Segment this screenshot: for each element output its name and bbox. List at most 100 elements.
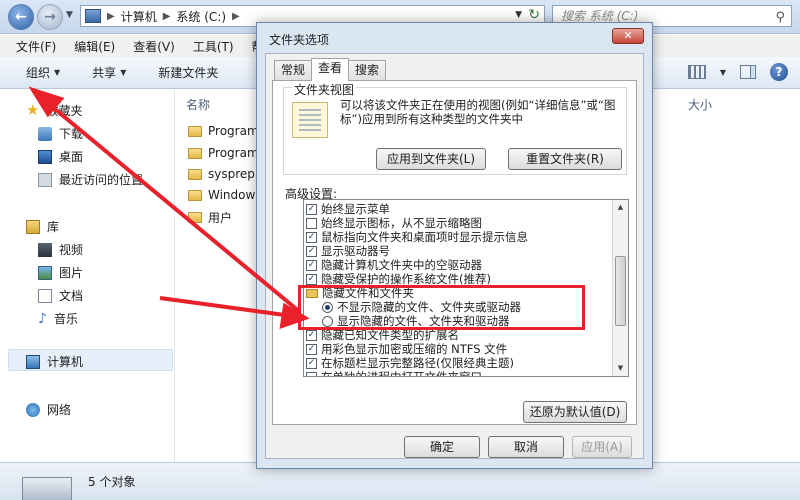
checkbox[interactable] — [306, 217, 317, 229]
nav-label: 库 — [47, 220, 60, 234]
nav-documents[interactable]: 文档 — [38, 287, 83, 304]
nav-music[interactable]: ♪ 音乐 — [38, 310, 78, 327]
setting-hide-empty-drives[interactable]: 隐藏计算机文件夹中的空驱动器 — [306, 258, 482, 272]
preview-pane-icon[interactable] — [740, 65, 756, 79]
nav-downloads[interactable]: 下载 — [38, 125, 83, 142]
nav-pictures[interactable]: 图片 — [38, 264, 83, 281]
reset-folders-button[interactable]: 重置文件夹(R) — [508, 148, 622, 170]
checkbox[interactable] — [306, 329, 317, 341]
menu-file[interactable]: 文件(F) — [16, 38, 56, 55]
forward-arrow-icon: → — [44, 9, 56, 25]
file-row[interactable]: sysprep — [188, 167, 255, 181]
folder-view-icon — [292, 102, 328, 138]
file-name: Windows — [208, 188, 262, 202]
drive-icon — [22, 477, 72, 500]
folder-icon — [188, 147, 202, 159]
checkbox[interactable] — [306, 273, 317, 285]
checkbox[interactable] — [306, 203, 317, 215]
chevron-right-icon[interactable]: ▶ — [232, 11, 240, 22]
organize-button[interactable]: 组织 ▼ — [26, 64, 60, 81]
checkbox[interactable] — [306, 371, 317, 376]
nav-label: 计算机 — [47, 355, 84, 369]
setting-hide-extensions[interactable]: 隐藏已知文件类型的扩展名 — [306, 328, 459, 342]
refresh-icon[interactable]: ↻ — [528, 7, 540, 23]
tab-view[interactable]: 查看 — [311, 58, 350, 81]
forward-button[interactable]: → — [37, 4, 63, 30]
scrollbar[interactable]: ▲ ▼ — [612, 200, 628, 376]
nav-network[interactable]: 网络 — [26, 401, 71, 418]
setting-hide-protected-os-files[interactable]: 隐藏受保护的操作系统文件(推荐) — [306, 272, 491, 286]
apply-to-folders-button[interactable]: 应用到文件夹(L) — [376, 148, 486, 170]
tab-strip: 常规 查看 搜索 — [274, 58, 387, 81]
menu-tools[interactable]: 工具(T) — [193, 38, 234, 55]
change-view-icon[interactable] — [687, 65, 706, 79]
setting-label: 在单独的进程中打开文件夹窗口 — [321, 370, 482, 377]
nav-favorites[interactable]: ★ 收藏夹 — [26, 102, 82, 119]
toolbar-right: ▼ ? — [687, 63, 788, 81]
search-icon[interactable]: ⚲ — [775, 8, 785, 28]
column-header-name[interactable]: 名称 — [186, 96, 210, 113]
file-row[interactable]: Windows — [188, 188, 262, 202]
menu-edit[interactable]: 编辑(E) — [74, 38, 115, 55]
ok-button[interactable]: 确定 — [404, 436, 480, 458]
file-row[interactable]: 用户 — [188, 209, 232, 226]
nav-libraries[interactable]: 库 — [26, 218, 59, 235]
navigation-pane: ★ 收藏夹 下载 桌面 最近访问的位置 库 视频 图片 文档 ♪ 音乐 计算机 … — [0, 90, 175, 462]
network-icon — [26, 402, 40, 417]
help-icon[interactable]: ? — [770, 63, 788, 81]
address-segment[interactable]: 计算机 — [121, 8, 157, 25]
address-dropdown-icon[interactable]: ▼ — [515, 10, 522, 20]
apply-button[interactable]: 应用(A) — [572, 436, 632, 458]
nav-videos[interactable]: 视频 — [38, 241, 83, 258]
scroll-thumb[interactable] — [615, 256, 626, 326]
nav-label: 下载 — [59, 127, 84, 141]
chevron-down-icon[interactable]: ▼ — [720, 68, 726, 77]
nav-label: 最近访问的位置 — [59, 173, 144, 187]
setting-show-drive-letters[interactable]: 显示驱动器号 — [306, 244, 390, 258]
nav-desktop[interactable]: 桌面 — [38, 148, 83, 165]
file-row[interactable]: Program — [188, 124, 259, 138]
tab-search[interactable]: 搜索 — [348, 60, 387, 80]
checkbox[interactable] — [306, 357, 317, 369]
file-name: Program — [208, 124, 259, 138]
folder-views-label: 文件夹视图 — [292, 81, 357, 98]
file-row[interactable]: Program — [188, 146, 259, 160]
share-button[interactable]: 共享 ▼ — [92, 64, 126, 81]
tab-general[interactable]: 常规 — [274, 60, 313, 80]
setting-full-path-title[interactable]: 在标题栏显示完整路径(仅限经典主题) — [306, 356, 514, 370]
new-folder-button[interactable]: 新建文件夹 — [158, 64, 218, 81]
nav-label: 文档 — [59, 289, 84, 303]
setting-always-show-menus[interactable]: 始终显示菜单 — [306, 202, 390, 216]
scroll-down-icon[interactable]: ▼ — [613, 361, 628, 376]
setting-separate-process[interactable]: 在单独的进程中打开文件夹窗口 — [306, 370, 482, 377]
checkbox[interactable] — [306, 343, 317, 355]
checkbox[interactable] — [306, 231, 317, 243]
scroll-up-icon[interactable]: ▲ — [613, 200, 628, 215]
folder-views-group: 文件夹视图 可以将该文件夹正在使用的视图(例如“详细信息”或“图标”)应用到所有… — [283, 81, 627, 175]
history-dropdown-icon[interactable]: ▼ — [66, 10, 73, 20]
nav-label: 图片 — [59, 266, 84, 280]
menu-view[interactable]: 查看(V) — [133, 38, 175, 55]
nav-label: 桌面 — [59, 150, 84, 164]
nav-recent[interactable]: 最近访问的位置 — [38, 171, 143, 188]
column-header-size[interactable]: 大小 — [688, 96, 712, 113]
chevron-right-icon[interactable]: ▶ — [163, 11, 171, 22]
checkbox[interactable] — [306, 245, 317, 257]
setting-color-ntfs[interactable]: 用彩色显示加密或压缩的 NTFS 文件 — [306, 342, 507, 356]
restore-defaults-button[interactable]: 还原为默认值(D) — [523, 401, 627, 423]
checkbox[interactable] — [306, 259, 317, 271]
highlight-box — [298, 285, 585, 330]
computer-icon — [85, 9, 101, 23]
setting-always-show-icons[interactable]: 始终显示图标，从不显示缩略图 — [306, 216, 482, 230]
back-arrow-icon: ← — [15, 9, 27, 25]
nav-computer[interactable]: 计算机 — [26, 353, 83, 370]
chevron-right-icon[interactable]: ▶ — [107, 11, 115, 22]
setting-show-tooltips[interactable]: 鼠标指向文件夹和桌面项时显示提示信息 — [306, 230, 528, 244]
desktop-icon — [38, 149, 52, 164]
back-button[interactable]: ← — [8, 4, 34, 30]
address-segment[interactable]: 系统 (C:) — [176, 8, 226, 25]
chevron-down-icon: ▼ — [120, 68, 127, 77]
close-button[interactable]: ✕ — [612, 28, 644, 44]
cancel-button[interactable]: 取消 — [488, 436, 564, 458]
nav-label: 网络 — [47, 403, 72, 417]
